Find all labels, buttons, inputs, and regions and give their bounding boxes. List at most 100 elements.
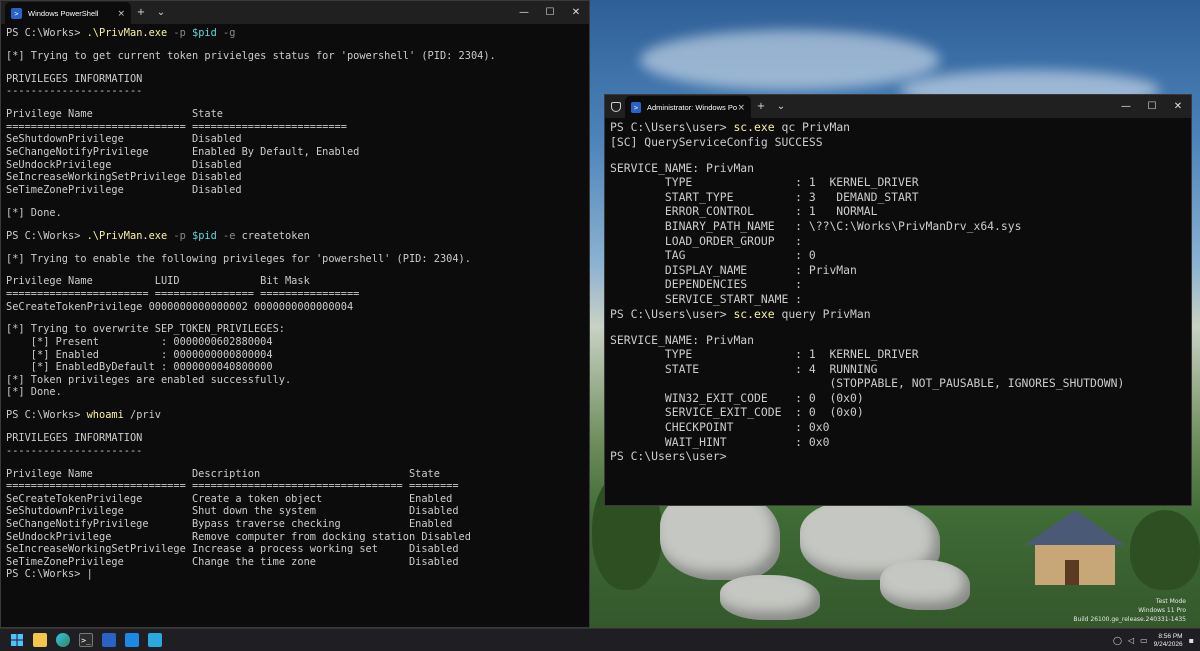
console-line: [SC] QueryServiceConfig SUCCESS [610, 135, 1187, 150]
network-icon[interactable]: ◯ [1113, 636, 1122, 645]
console-text: -p [167, 27, 186, 39]
console-line: [*] Token privileges are enabled success… [6, 374, 585, 387]
console-text: SeShutdownPrivilege Shut down the system… [6, 505, 459, 518]
console-text: -e [216, 229, 236, 242]
app-icon-3[interactable] [148, 633, 162, 647]
clock-date: 9/24/2026 [1153, 640, 1183, 648]
console-text: ============================= ==========… [6, 120, 347, 133]
console-text: SeCreateTokenPrivilege Create a token ob… [6, 492, 453, 505]
tab-title: Windows PowerShell [28, 9, 99, 18]
console-text: sc.exe [733, 306, 775, 321]
notification-icon[interactable]: ▪ [1189, 636, 1194, 645]
minimize-button[interactable]: — [511, 7, 537, 18]
tab-windows-powershell[interactable]: > Windows PowerShell × [5, 2, 131, 25]
test-mode-watermark: Test Mode Windows 11 Pro Build 26100.ge_… [1073, 597, 1186, 624]
terminal-icon[interactable]: >_ [79, 633, 93, 647]
volume-icon[interactable]: ◁ [1128, 636, 1134, 645]
console-text: DEPENDENCIES : [610, 277, 803, 292]
console-text: /priv [123, 409, 161, 422]
console-text: [*] Done. [6, 386, 62, 399]
console-text: $pid [185, 229, 217, 242]
title-bar[interactable]: > Windows PowerShell × + ⌄ — ☐ ✕ [1, 1, 589, 25]
console-line: PS C:\Works> whoami /priv [6, 409, 585, 422]
windows-start-icon[interactable] [10, 633, 24, 647]
powershell-icon: > [631, 102, 641, 113]
house-illustration [1025, 510, 1125, 585]
close-tab-icon[interactable]: × [117, 9, 125, 19]
tab-title: Administrator: Windows Powe [646, 103, 738, 112]
console-line: SeShutdownPrivilege Disabled [6, 133, 585, 146]
console-line: DISPLAY_NAME : PrivMan [610, 263, 1187, 278]
console-line: SeUndockPrivilege Disabled [6, 159, 585, 172]
console-line: PS C:\Users\user> sc.exe qc PrivMan [610, 120, 1187, 135]
console-output[interactable]: PS C:\Works> .\PrivMan.exe -p $pid -g [*]… [6, 27, 585, 581]
watermark-line3: Build 26100.ge_release.240331-1435 [1073, 616, 1186, 623]
app-icon[interactable] [102, 633, 116, 647]
console-text: STATE : 4 RUNNING [610, 361, 878, 376]
console-text: SERVICE_NAME: PrivMan [610, 160, 755, 175]
app-icon-2[interactable] [125, 633, 139, 647]
console-text: PS C:\Users\user> [610, 120, 734, 134]
console-text: SeTimeZonePrivilege Disabled [6, 183, 242, 196]
close-tab-icon[interactable]: × [737, 103, 745, 113]
console-line: SeCreateTokenPrivilege Create a token ob… [6, 493, 585, 506]
console-line: ============================= ==========… [6, 121, 585, 134]
console-text: PS C:\Works> [6, 409, 87, 422]
console-line: PS C:\Works> .\PrivMan.exe -p $pid -e cr… [6, 230, 585, 243]
console-text: [*] EnabledByDefault : 0000000040800000 [6, 361, 273, 374]
console-line: SeShutdownPrivilege Shut down the system… [6, 505, 585, 518]
console-text: [*] Trying to overwrite SEP_TOKEN_PRIVIL… [6, 323, 285, 336]
console-text: DISPLAY_NAME : PrivMan [610, 262, 857, 277]
console-line: TYPE : 1 KERNEL_DRIVER [610, 175, 1187, 190]
edge-icon[interactable] [56, 633, 70, 647]
title-bar[interactable]: > Administrator: Windows Powe × + ⌄ — ☐ … [605, 95, 1191, 119]
console-line: [*] Done. [6, 386, 585, 399]
console-line: [*] Done. [6, 207, 585, 220]
dropdown-button[interactable]: ⌄ [151, 7, 171, 18]
dropdown-button[interactable]: ⌄ [771, 101, 791, 112]
close-button[interactable]: ✕ [1165, 101, 1191, 112]
admin-powershell-window[interactable]: > Administrator: Windows Powe × + ⌄ — ☐ … [604, 94, 1192, 506]
tab-administrator-powershell[interactable]: > Administrator: Windows Powe × [625, 96, 751, 119]
console-text: SERVICE_EXIT_CODE : 0 (0x0) [610, 405, 864, 420]
system-tray: ◯ ◁ ▭ 8:56 PM 9/24/2026 ▪ [1113, 629, 1194, 651]
console-text: PS C:\Works> [6, 27, 87, 39]
console-text: SeTimeZonePrivilege Change the time zone… [6, 555, 459, 568]
console-line: ======================= ================… [6, 288, 585, 301]
new-tab-button[interactable]: + [131, 7, 151, 18]
console-text: [*] Done. [6, 206, 62, 219]
console-text: whoami [86, 409, 124, 422]
console-text: SeUndockPrivilege Remove computer from d… [6, 530, 471, 543]
clock[interactable]: 8:56 PM 9/24/2026 [1154, 633, 1183, 649]
minimize-button[interactable]: — [1113, 101, 1139, 112]
console-line: [*] Enabled : 0000000000800004 [6, 349, 585, 362]
new-tab-button[interactable]: + [751, 101, 771, 112]
console-line: SERVICE_NAME: PrivMan [610, 333, 1187, 348]
close-button[interactable]: ✕ [563, 7, 589, 18]
maximize-button[interactable]: ☐ [537, 7, 563, 18]
console-text: PS C:\Users\user> [610, 306, 734, 321]
maximize-button[interactable]: ☐ [1139, 101, 1165, 112]
console-text: [*] Trying to get current token privielg… [6, 49, 496, 62]
powershell-window[interactable]: > Windows PowerShell × + ⌄ — ☐ ✕ PS C:\W… [0, 0, 590, 628]
console-output[interactable]: PS C:\Users\user> sc.exe qc PrivMan [SC] … [610, 120, 1187, 464]
console-text: [*] Trying to enable the following privi… [6, 252, 471, 265]
console-text: PS C:\Works> [6, 229, 87, 242]
console-line: [*] Trying to get current token privielg… [6, 50, 585, 63]
console-text: .\PrivMan.exe [86, 229, 168, 242]
console-line: Privilege Name LUID Bit Mask [6, 275, 585, 288]
file-explorer-icon[interactable] [33, 633, 47, 647]
console-line: SeChangeNotifyPrivilege Bypass traverse … [6, 518, 585, 531]
watermark-line2: Windows 11 Pro [1138, 607, 1186, 614]
console-text: .\PrivMan.exe [86, 27, 168, 39]
console-line: SeIncreaseWorkingSetPrivilege Increase a… [6, 543, 585, 556]
battery-icon[interactable]: ▭ [1140, 636, 1148, 645]
console-text: sc.exe [733, 120, 775, 134]
